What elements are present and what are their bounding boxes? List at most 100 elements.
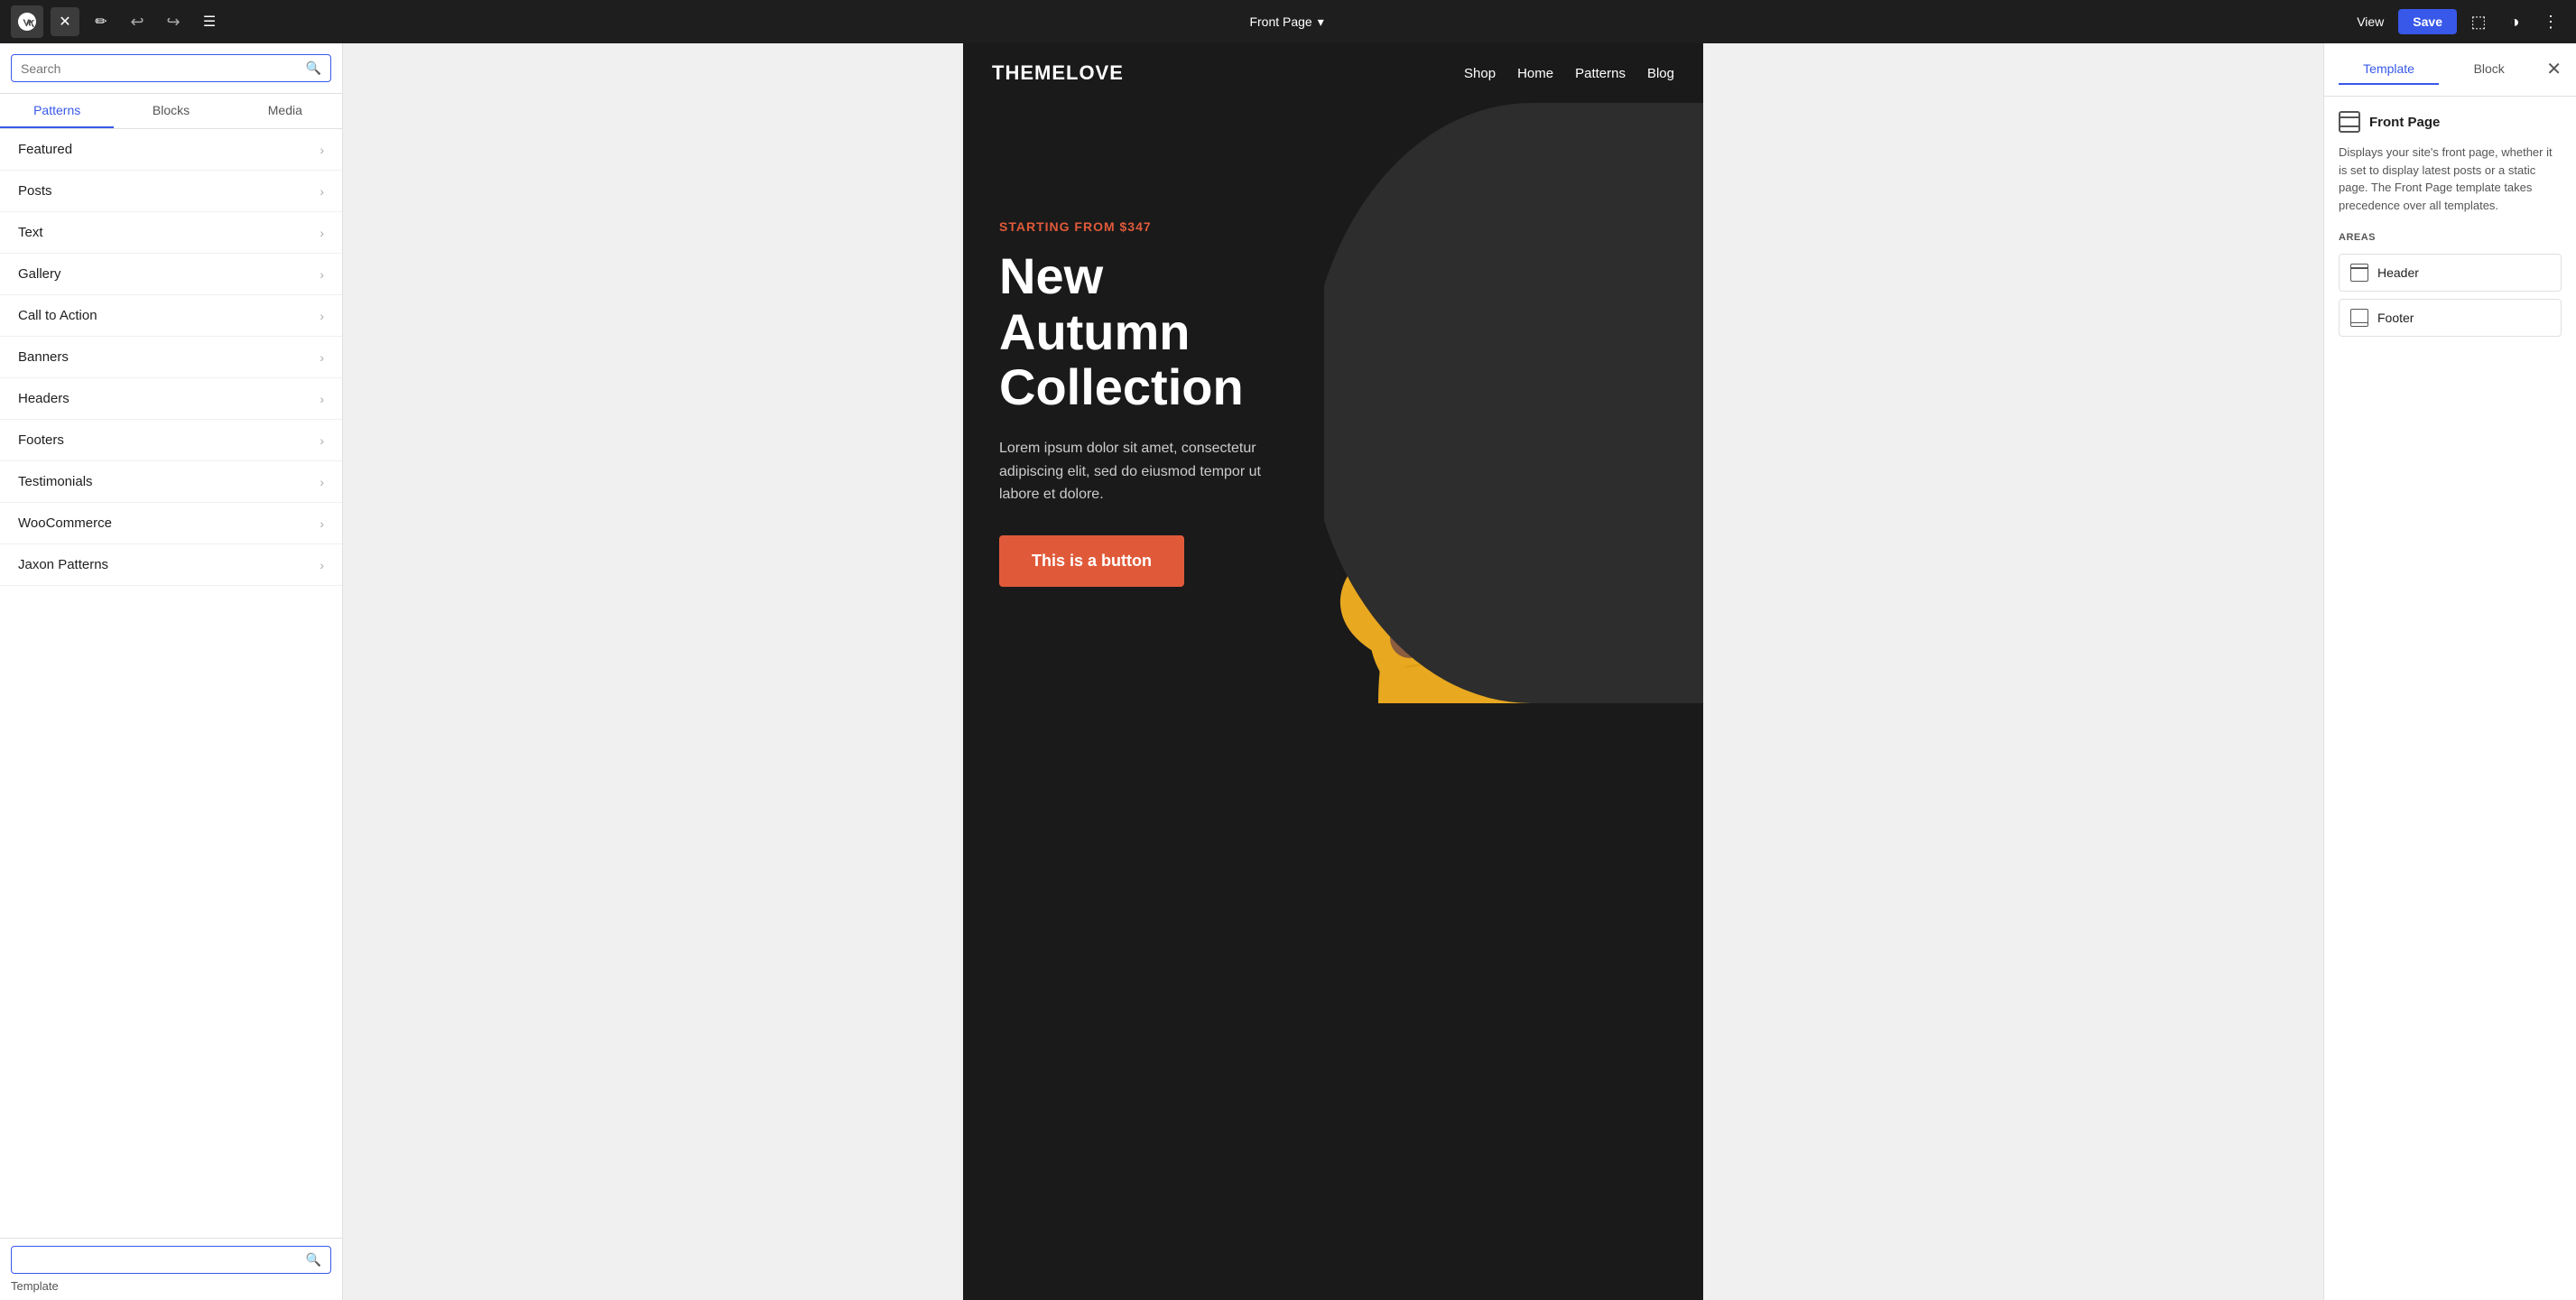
rs-template-title: Front Page <box>2339 111 2562 133</box>
chevron-right-icon: › <box>320 350 324 365</box>
nav-home[interactable]: Home <box>1517 66 1553 81</box>
pattern-label-headers: Headers <box>18 391 69 406</box>
contrast-button[interactable]: ◑ <box>2500 7 2529 36</box>
chevron-right-icon: › <box>320 475 324 489</box>
rs-tab-block[interactable]: Block <box>2439 54 2539 85</box>
template-icon <box>2339 111 2360 133</box>
view-button[interactable]: View <box>2349 14 2391 29</box>
nav-blog[interactable]: Blog <box>1647 66 1674 81</box>
list-view-button[interactable]: ☰ <box>195 7 224 36</box>
header-area-icon <box>2350 264 2368 282</box>
pattern-item-posts[interactable]: Posts › <box>0 171 342 212</box>
pattern-list: Featured › Posts › Text › Gallery › Call… <box>0 129 342 1238</box>
rs-content: Front Page Displays your site's front pa… <box>2324 97 2576 358</box>
chevron-right-icon: › <box>320 267 324 282</box>
bottom-search-icon: 🔍 <box>306 1252 321 1268</box>
pattern-label-cta: Call to Action <box>18 308 97 323</box>
sidebar-bottom: 🔍 Template <box>0 1238 342 1300</box>
hero-image-area <box>1324 103 1703 703</box>
wp-logo <box>11 5 43 38</box>
search-box: 🔍 <box>0 43 342 94</box>
pattern-label-footers: Footers <box>18 432 64 448</box>
page-title-chevron: ▾ <box>1318 14 1324 30</box>
pattern-item-headers[interactable]: Headers › <box>0 378 342 420</box>
pattern-label-gallery: Gallery <box>18 266 61 282</box>
hero-content: STARTING FROM $347 New Autumn Collection… <box>963 103 1324 703</box>
site-logo: THEMELOVE <box>992 61 1124 85</box>
pattern-item-banners[interactable]: Banners › <box>0 337 342 378</box>
hero-bg-circle <box>1324 103 1703 703</box>
tab-media[interactable]: Media <box>228 94 342 128</box>
pattern-item-text[interactable]: Text › <box>0 212 342 254</box>
footer-area-icon <box>2350 309 2368 327</box>
pattern-item-footers[interactable]: Footers › <box>0 420 342 461</box>
left-sidebar: 🔍 Patterns Blocks Media Featured › Posts… <box>0 43 343 1300</box>
chevron-right-icon: › <box>320 558 324 572</box>
tab-blocks[interactable]: Blocks <box>114 94 227 128</box>
hero-eyebrow: STARTING FROM $347 <box>999 219 1288 234</box>
close-button[interactable]: ✕ <box>51 7 79 36</box>
pattern-label-testimonials: Testimonials <box>18 474 93 489</box>
chevron-right-icon: › <box>320 226 324 240</box>
pattern-label-woocommerce: WooCommerce <box>18 515 112 531</box>
save-button[interactable]: Save <box>2398 9 2457 34</box>
pattern-item-jaxon-patterns[interactable]: Jaxon Patterns › <box>0 544 342 586</box>
tab-patterns[interactable]: Patterns <box>0 94 114 128</box>
pattern-label-banners: Banners <box>18 349 69 365</box>
canvas-frame: THEMELOVE Shop Home Patterns Blog STARTI… <box>963 43 1703 1300</box>
rs-tab-template[interactable]: Template <box>2339 54 2439 85</box>
page-title-button[interactable]: Front Page ▾ <box>1249 14 1323 30</box>
more-options-button[interactable]: ⋮ <box>2536 7 2565 36</box>
canvas-area: THEMELOVE Shop Home Patterns Blog STARTI… <box>343 43 2323 1300</box>
search-input-wrap: 🔍 <box>11 54 331 82</box>
chevron-right-icon: › <box>320 516 324 531</box>
hero-description: Lorem ipsum dolor sit amet, consectetur … <box>999 437 1288 506</box>
area-label-header: Header <box>2377 265 2419 280</box>
pattern-label-featured: Featured <box>18 142 72 157</box>
sidebar-tabs: Patterns Blocks Media <box>0 94 342 129</box>
top-bar-center: Front Page ▾ <box>231 14 2342 30</box>
chevron-right-icon: › <box>320 143 324 157</box>
pattern-item-call-to-action[interactable]: Call to Action › <box>0 295 342 337</box>
rs-header: Template Block ✕ <box>2324 43 2576 97</box>
bottom-label: Template <box>11 1279 331 1293</box>
search-input[interactable] <box>21 61 299 76</box>
bottom-search-input[interactable] <box>21 1253 299 1268</box>
edit-button[interactable]: ✏ <box>87 7 116 36</box>
pattern-item-featured[interactable]: Featured › <box>0 129 342 171</box>
nav-shop[interactable]: Shop <box>1464 66 1496 81</box>
pattern-label-text: Text <box>18 225 43 240</box>
site-nav: Shop Home Patterns Blog <box>1464 66 1674 81</box>
hero-title: New Autumn Collection <box>999 248 1288 415</box>
rs-template-name: Front Page <box>2369 115 2440 130</box>
rs-template-description: Displays your site's front page, whether… <box>2339 144 2562 214</box>
chevron-right-icon: › <box>320 184 324 199</box>
top-bar-right: View Save ⬚ ◑ ⋮ <box>2349 7 2565 36</box>
main-layout: 🔍 Patterns Blocks Media Featured › Posts… <box>0 43 2576 1300</box>
wp-logo-icon <box>16 11 38 32</box>
undo-button[interactable]: ↩ <box>123 7 152 36</box>
chevron-right-icon: › <box>320 433 324 448</box>
page-title-text: Front Page <box>1249 14 1311 29</box>
top-bar: ✕ ✏ ↩ ↪ ☰ Front Page ▾ View Save ⬚ ◑ ⋮ <box>0 0 2576 43</box>
hero-button[interactable]: This is a button <box>999 535 1184 587</box>
pattern-item-woocommerce[interactable]: WooCommerce › <box>0 503 342 544</box>
pattern-label-jaxon: Jaxon Patterns <box>18 557 108 572</box>
chevron-right-icon: › <box>320 392 324 406</box>
rs-area-header[interactable]: Header <box>2339 254 2562 292</box>
pattern-item-testimonials[interactable]: Testimonials › <box>0 461 342 503</box>
search-icon: 🔍 <box>306 60 321 76</box>
bottom-search-wrap: 🔍 <box>11 1246 331 1274</box>
pattern-label-posts: Posts <box>18 183 52 199</box>
redo-button[interactable]: ↪ <box>159 7 188 36</box>
pattern-item-gallery[interactable]: Gallery › <box>0 254 342 295</box>
site-header: THEMELOVE Shop Home Patterns Blog <box>963 43 1703 103</box>
nav-patterns[interactable]: Patterns <box>1575 66 1626 81</box>
rs-area-footer[interactable]: Footer <box>2339 299 2562 337</box>
rs-areas-label: AREAS <box>2339 232 2562 243</box>
hero-section: STARTING FROM $347 New Autumn Collection… <box>963 103 1703 703</box>
chevron-right-icon: › <box>320 309 324 323</box>
layout-button[interactable]: ⬚ <box>2464 7 2493 36</box>
rs-close-button[interactable]: ✕ <box>2546 60 2562 79</box>
rs-tabs: Template Block <box>2339 54 2539 85</box>
